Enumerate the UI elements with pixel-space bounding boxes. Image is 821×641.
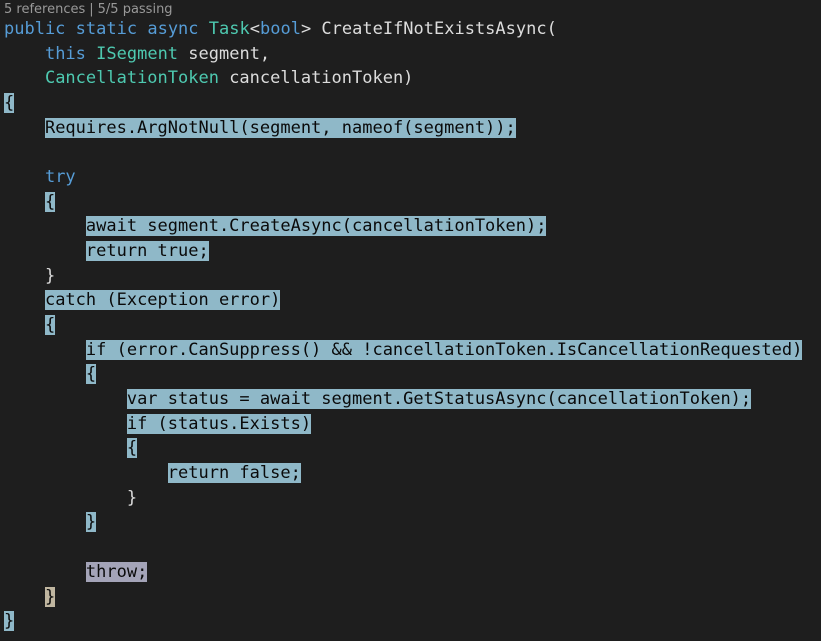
return-false-statement: return false; (167, 463, 301, 483)
generic-open: < (249, 19, 260, 39)
await-create-statement: await segment.CreateAsync(cancellationTo… (85, 216, 547, 236)
if-suppress-condition: if (error.CanSuppress() && !cancellation… (85, 340, 803, 360)
if-open-brace: { (85, 364, 97, 384)
keyword-bool: bool (259, 19, 301, 39)
code-line-if-close[interactable]: } (4, 510, 97, 535)
method-open-brace: { (4, 93, 15, 113)
catch-close-brace: } (44, 587, 56, 607)
code-line-return-false[interactable]: return false; (4, 461, 301, 486)
code-line-try-close[interactable]: } (4, 264, 55, 289)
keyword-static: static (75, 19, 138, 39)
code-line-var-status[interactable]: var status = await segment.GetStatusAsyn… (4, 387, 752, 412)
code-line-return-true[interactable]: return true; (4, 239, 209, 264)
throw-statement: throw; (85, 562, 148, 582)
param-cancellationtoken: cancellationToken) (218, 68, 414, 88)
keyword-public: public (4, 19, 66, 39)
code-line-requires[interactable]: Requires.ArgNotNull(segment, nameof(segm… (4, 116, 516, 141)
code-line-param-token[interactable]: CancellationToken cancellationToken) (4, 66, 413, 91)
codelens-tests-passing[interactable]: 5/5 passing (98, 2, 173, 17)
return-true-statement: return true; (85, 241, 209, 261)
code-line-if-suppress[interactable]: if (error.CanSuppress() && !cancellation… (4, 338, 803, 363)
code-line-if-open[interactable]: { (4, 362, 97, 387)
keyword-this: this (44, 44, 86, 64)
catch-clause: catch (Exception error) (44, 290, 281, 310)
keyword-async: async (147, 19, 199, 39)
code-line-try-open[interactable]: { (4, 190, 56, 215)
keyword-try: try (44, 167, 76, 187)
param-segment: segment, (178, 44, 271, 64)
method-close-brace: } (4, 611, 15, 631)
code-line-if-exists[interactable]: if (status.Exists) (4, 412, 312, 437)
exists-close-brace: } (126, 488, 138, 508)
code-line-await-create[interactable]: await segment.CreateAsync(cancellationTo… (4, 214, 547, 239)
catch-open-brace: { (44, 315, 56, 335)
exists-open-brace: { (126, 438, 138, 458)
code-line-method-open[interactable]: { (4, 91, 15, 116)
type-cancellationtoken: CancellationToken (44, 68, 219, 88)
code-line-signature[interactable]: public static async Task<bool> CreateIfN… (4, 17, 557, 42)
requires-statement: Requires.ArgNotNull(segment, nameof(segm… (44, 118, 516, 138)
code-line-exists-close[interactable]: } (4, 486, 137, 511)
code-editor[interactable]: 5 references | 5/5 passing public static a… (0, 0, 821, 641)
type-isegment: ISegment (96, 44, 179, 64)
try-open-brace: { (44, 192, 56, 212)
if-exists-condition: if (status.Exists) (126, 414, 312, 434)
code-line-param-segment[interactable]: this ISegment segment, (4, 42, 270, 67)
code-line-exists-open[interactable]: { (4, 436, 138, 461)
try-close-brace: } (44, 266, 56, 286)
type-task: Task (208, 19, 250, 39)
code-line-method-close[interactable]: } (4, 609, 15, 634)
code-line-catch-open[interactable]: { (4, 313, 56, 338)
code-line-catch[interactable]: catch (Exception error) (4, 288, 281, 313)
code-line-throw[interactable]: throw; (4, 560, 148, 585)
code-line-catch-close[interactable]: } (4, 585, 56, 610)
if-close-brace: } (85, 512, 97, 532)
method-name: CreateIfNotExistsAsync( (311, 19, 557, 39)
codelens-references[interactable]: 5 references (4, 2, 85, 17)
codelens-separator: | (89, 2, 94, 17)
code-line-try[interactable]: try (4, 165, 76, 190)
generic-close: > (300, 19, 312, 39)
var-status-statement: var status = await segment.GetStatusAsyn… (126, 389, 752, 409)
